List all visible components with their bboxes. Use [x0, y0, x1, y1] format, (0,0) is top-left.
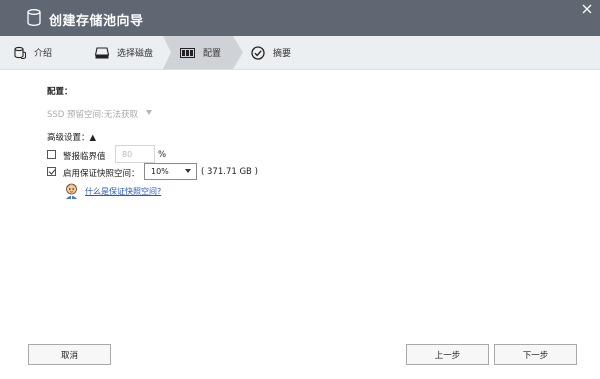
disk-drive-icon [95, 46, 109, 58]
alert-threshold-unit: % [158, 150, 167, 160]
alert-threshold-checkbox[interactable] [47, 150, 56, 159]
storage-pool-icon [27, 9, 41, 26]
check-circle-icon [251, 45, 265, 60]
alert-threshold-label: 警报临界值 [63, 152, 106, 162]
step-summary: 摘要 [251, 36, 291, 69]
config-heading: 配置： [47, 87, 73, 97]
title-bar: 创建存储池向导 [0, 0, 600, 36]
window-title: 创建存储池向导 [49, 14, 144, 29]
raid-config-icon [180, 47, 195, 58]
step-label: 介绍 [34, 49, 53, 59]
chevron-down-icon [185, 169, 191, 173]
help-mascot-icon [66, 183, 77, 199]
ssd-reserve-label: SSD 预留空间: [47, 110, 104, 120]
cancel-button[interactable]: 取消 [28, 344, 111, 365]
step-intro: 介绍 [14, 36, 52, 69]
ssd-reserve-value: 无法获取 [104, 110, 139, 120]
snapshot-help-link[interactable]: 什么是保证快照空间? [85, 186, 161, 197]
alert-threshold-input[interactable]: 80 [115, 145, 155, 163]
snapshot-reserve-select[interactable]: 10% [144, 163, 197, 180]
step-label: 选择磁盘 [117, 49, 154, 59]
chevron-down-icon [146, 110, 152, 115]
step-select-disks: 选择磁盘 [95, 36, 153, 69]
snapshot-reserve-selected: 10% [151, 167, 169, 176]
prev-button[interactable]: 上一步 [406, 344, 489, 365]
snapshot-reserve-checkbox[interactable] [47, 167, 56, 176]
step-label: 配置 [203, 49, 222, 59]
next-button[interactable]: 下一步 [494, 344, 577, 365]
wizard-steps [0, 36, 600, 70]
step-config: 配置 [180, 36, 221, 69]
snapshot-reserve-label: 启用保证快照空间： [63, 169, 140, 179]
close-icon[interactable] [582, 4, 592, 14]
step-label: 摘要 [273, 49, 292, 59]
snapshot-reserve-size: ( 371.71 GB ) [201, 167, 258, 177]
disks-icon [14, 46, 26, 59]
advanced-settings-toggle[interactable]: 高级设置：▲ [47, 131, 96, 143]
